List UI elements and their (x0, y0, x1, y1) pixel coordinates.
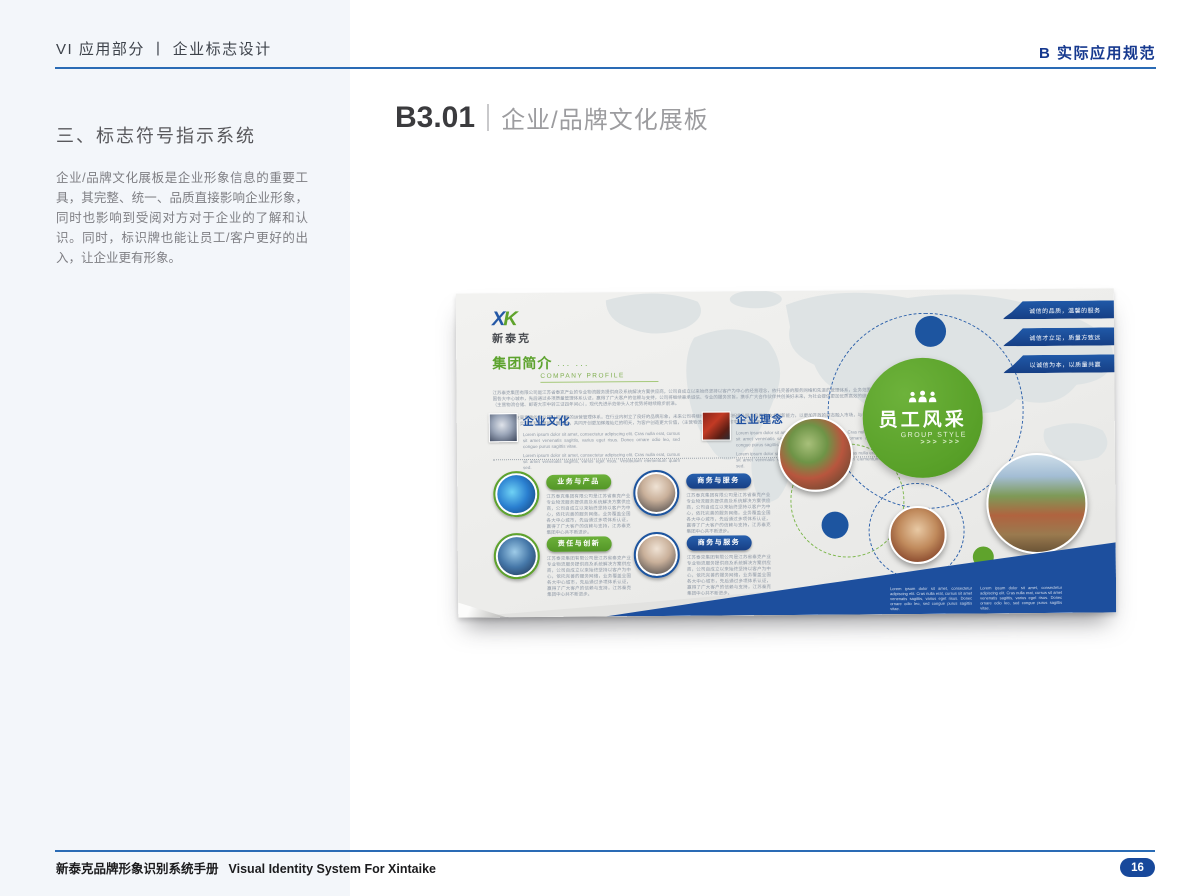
sidebar-section-heading: 三、标志符号指示系统 (56, 122, 256, 148)
page-code: B3.01 (395, 101, 475, 135)
culture-section-text: Lorem ipsum dolor sit amet, consectetur … (523, 431, 680, 450)
title-divider (487, 104, 489, 131)
footer-manual-title: 新泰克品牌形象识别系统手册 Visual Identity System For … (56, 858, 436, 877)
footer-rule (55, 850, 1155, 852)
culture-section-text: Lorem ipsum dolor sit amet, consectetur … (523, 452, 680, 471)
feature-text: 江苏泰克集团有限公司是江苏省泰克产业专业物流服务提供商及系统解决方案供应商，公司… (546, 493, 630, 536)
header-section-title: VI 应用部分 丨 企业标志设计 (56, 38, 272, 59)
feature-label-pill: 业务与产品 (546, 474, 611, 490)
wave-note-text: Lorem ipsum dolor sit amet, consectetur … (890, 586, 972, 612)
logo-mark-icon: XK (492, 309, 531, 329)
employee-style-title: 员工风采 (879, 405, 967, 433)
page-title: B3.01 企业/品牌文化展板 (395, 100, 709, 135)
culture-photo (489, 413, 518, 442)
company-profile-subtitle: COMPANY PROFILE (540, 372, 658, 383)
culture-board-artwork: XK 新泰克 集团简介 ··· ··· COMPANY PROFILE 江苏泰克… (456, 288, 1117, 617)
page-title-text: 企业/品牌文化展板 (501, 100, 709, 135)
sidebar-description: 企业/品牌文化展板是企业形象信息的重要工具，其完整、统一、品质直接影响企业形象，… (56, 168, 308, 268)
chevron-arrows-decoration: >>> >>> (920, 439, 961, 446)
title-dots-decoration: ··· ··· (557, 361, 589, 370)
footer-manual-title-en: Visual Identity System For Xintaike (229, 862, 436, 876)
vi-manual-page: VI 应用部分 丨 企业标志设计 B 实际应用规范 三、标志符号指示系统 企业/… (0, 0, 1200, 896)
wave-note-text: Lorem ipsum dolor sit amet, consectetur … (980, 585, 1062, 611)
feature-photo-service (633, 470, 679, 516)
people-icon (908, 390, 938, 403)
logo-name: 新泰克 (492, 330, 531, 346)
header-chapter-title: B 实际应用规范 (1039, 42, 1156, 63)
accent-dot-blue-top (915, 316, 946, 347)
header-rule (55, 67, 1156, 69)
culture-section-title: 企业文化 (523, 412, 680, 429)
employee-style-circle: 员工风采 GROUP STYLE >>> >>> (862, 357, 983, 478)
feature-photo-products (493, 471, 539, 517)
feature-label-pill: 商务与服务 (686, 473, 751, 489)
intro-paragraph: 江苏泰克集团有限公司是江苏省泰克产业的专业物流服务提供商及系统解决方案供应商，公… (492, 387, 884, 408)
idea-photo (702, 411, 731, 440)
culture-section: 企业文化 Lorem ipsum dolor sit amet, consect… (489, 412, 680, 471)
feature-item: 业务与产品 江苏泰克集团有限公司是江苏省泰克产业专业物流服务提供商及系统解决方案… (493, 470, 628, 536)
company-profile-title: 集团简介 (492, 353, 552, 373)
page-number-badge: 16 (1120, 858, 1155, 877)
feature-text: 江苏泰克集团有限公司是江苏省泰克产业专业物流服务提供商及系统解决方案供应商，公司… (686, 492, 770, 535)
company-logo: XK 新泰克 (492, 309, 531, 346)
feature-item: 商务与服务 江苏泰克集团有限公司是江苏省泰克产业专业物流服务提供商及系统解决方案… (633, 469, 768, 535)
photo-runners (778, 416, 854, 492)
footer-manual-title-cn: 新泰克品牌形象识别系统手册 (56, 862, 219, 876)
